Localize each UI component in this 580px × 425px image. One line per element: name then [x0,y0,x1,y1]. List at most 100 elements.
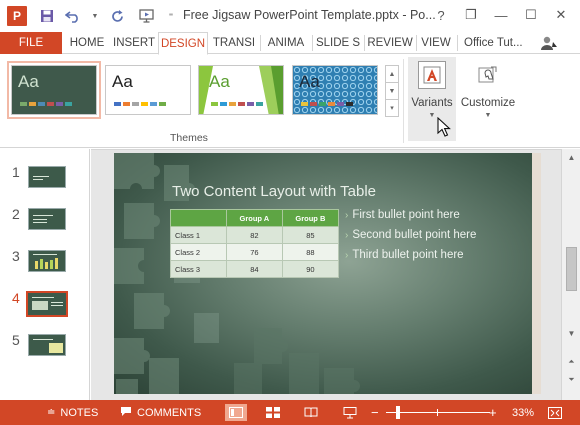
comments-label: COMMENTS [137,406,202,419]
tab-home[interactable]: HOME [64,32,110,54]
theme-thumbnail[interactable]: Aa [292,65,378,115]
start-from-beginning-icon[interactable] [136,5,158,27]
tab-animations[interactable]: ANIMA [261,32,311,54]
tab-slide-show[interactable]: SLIDE S [313,32,363,54]
tab-file[interactable]: FILE [0,32,62,54]
slide-number: 1 [12,164,20,180]
powerpoint-logo-icon: P [6,5,28,27]
variants-button[interactable]: Variants ▼ [411,61,453,119]
bullet-item: › Third bullet point here [345,249,476,269]
status-bar: ≐ NOTES COMMENTS − + 33% [0,400,580,425]
slide-thumbnail-active[interactable] [26,291,68,317]
account-name[interactable]: Office Tut... [464,32,523,54]
title-bar: P ▼ ⁼ Free Jigsaw PowerPoint Template.pp… [0,0,580,32]
bullet-item: › First bullet point here [345,209,476,229]
mouse-cursor-icon [437,117,451,137]
slide-show-view-icon[interactable] [339,404,361,421]
table-cell: 82 [226,226,283,244]
undo-dropdown-icon[interactable]: ▼ [84,5,106,27]
variants-label: Variants [411,97,453,109]
bullet-list[interactable]: › First bullet point here › Second bullet … [345,209,476,269]
notes-icon: ≐ [47,407,56,418]
zoom-slider-thumb[interactable] [396,406,400,419]
vertical-scrollbar[interactable]: ▲ ▼ ⏶ ⏷ [561,149,580,400]
theme-color-swatches [301,102,353,106]
chevron-down-icon: ▼ [428,112,436,119]
comment-icon [120,406,132,420]
design-ribbon: Aa Aa Aa Aa ▲ ▼ ▾ Themes Variants ▼ Cust… [0,55,580,148]
slide-thumbnail[interactable] [28,166,66,188]
themes-group-label: Themes [170,132,208,144]
theme-label: Aa [299,72,320,91]
gallery-down-icon[interactable]: ▼ [386,83,398,100]
slide-thumbnail[interactable] [28,208,66,230]
close-icon[interactable]: ✕ [548,4,574,26]
table-row: Class 3 84 90 [170,260,340,278]
chevron-right-icon: › [345,210,349,221]
tab-design[interactable]: DESIGN [158,32,208,55]
table-header: Group B [281,209,340,227]
theme-thumbnail[interactable]: Aa [105,65,191,115]
slide-number: 5 [12,332,20,348]
gallery-more-icon[interactable]: ▾ [386,100,398,116]
table-cell: Class 2 [170,243,227,261]
minimize-icon[interactable]: — [488,4,514,26]
scroll-up-icon[interactable]: ▲ [565,151,578,164]
theme-thumbnail[interactable]: Aa [7,61,101,119]
pane-divider [91,149,561,150]
notes-button[interactable]: ≐ NOTES [47,400,98,425]
theme-label: Aa [18,72,39,91]
chevron-down-icon: ▼ [484,112,492,119]
save-icon[interactable] [36,5,58,27]
tab-view[interactable]: VIEW [417,32,455,54]
tab-transitions[interactable]: TRANSI [208,32,260,54]
theme-label: Aa [209,72,230,91]
help-icon[interactable]: ? [428,4,454,26]
redo-icon[interactable] [106,5,128,27]
theme-color-swatches [20,102,72,106]
avatar[interactable] [540,35,558,51]
zoom-level[interactable]: 33% [512,400,534,425]
reading-view-icon[interactable] [300,404,322,421]
table-cell: 88 [281,243,340,261]
customize-button[interactable]: Customize ▼ [459,61,517,119]
comments-button[interactable]: COMMENTS [120,400,201,425]
normal-view-icon[interactable] [225,404,247,421]
chevron-right-icon: › [345,250,349,261]
next-slide-icon[interactable]: ⏷ [565,373,578,386]
tab-insert[interactable]: INSERT [110,32,158,54]
slide-canvas[interactable]: Two Content Layout with Table Group A Gr… [114,153,541,394]
theme-label: Aa [112,72,133,91]
zoom-out-button[interactable]: − [371,400,379,425]
table-cell: 85 [281,226,340,244]
notes-label: NOTES [60,406,99,419]
slide-edge [532,153,541,394]
fit-slide-icon[interactable] [548,400,562,425]
slide-table[interactable]: Group A Group B Class 1 82 85 Class 2 76… [170,209,340,278]
scroll-thumb[interactable] [566,247,577,291]
slide-thumbnail[interactable] [28,250,66,272]
table-cell: 84 [226,260,283,278]
bullet-item: › Second bullet point here [345,229,476,249]
zoom-slider[interactable] [386,412,490,413]
zoom-in-button[interactable]: + [489,400,497,425]
slide-number: 3 [12,248,20,264]
app-logo: P [7,6,27,26]
previous-slide-icon[interactable]: ⏶ [565,355,578,368]
table-cell: 90 [281,260,340,278]
scroll-down-icon[interactable]: ▼ [565,327,578,340]
slide-thumbnail[interactable] [28,334,66,356]
tab-separator [457,35,458,51]
theme-thumbnail[interactable]: Aa [198,65,284,115]
gallery-up-icon[interactable]: ▲ [386,66,398,83]
slide-title[interactable]: Two Content Layout with Table [172,183,376,200]
ribbon-display-options-icon[interactable]: ❐ [458,4,484,26]
slide-sorter-view-icon[interactable] [262,404,284,421]
maximize-icon[interactable]: ☐ [518,4,544,26]
undo-icon[interactable] [62,5,84,27]
customize-icon [474,61,502,89]
variants-icon [418,61,446,89]
table-row: Class 1 82 85 [170,226,340,244]
tab-review[interactable]: REVIEW [365,32,415,54]
customize-toolbar-icon[interactable]: ⁼ [160,5,182,27]
